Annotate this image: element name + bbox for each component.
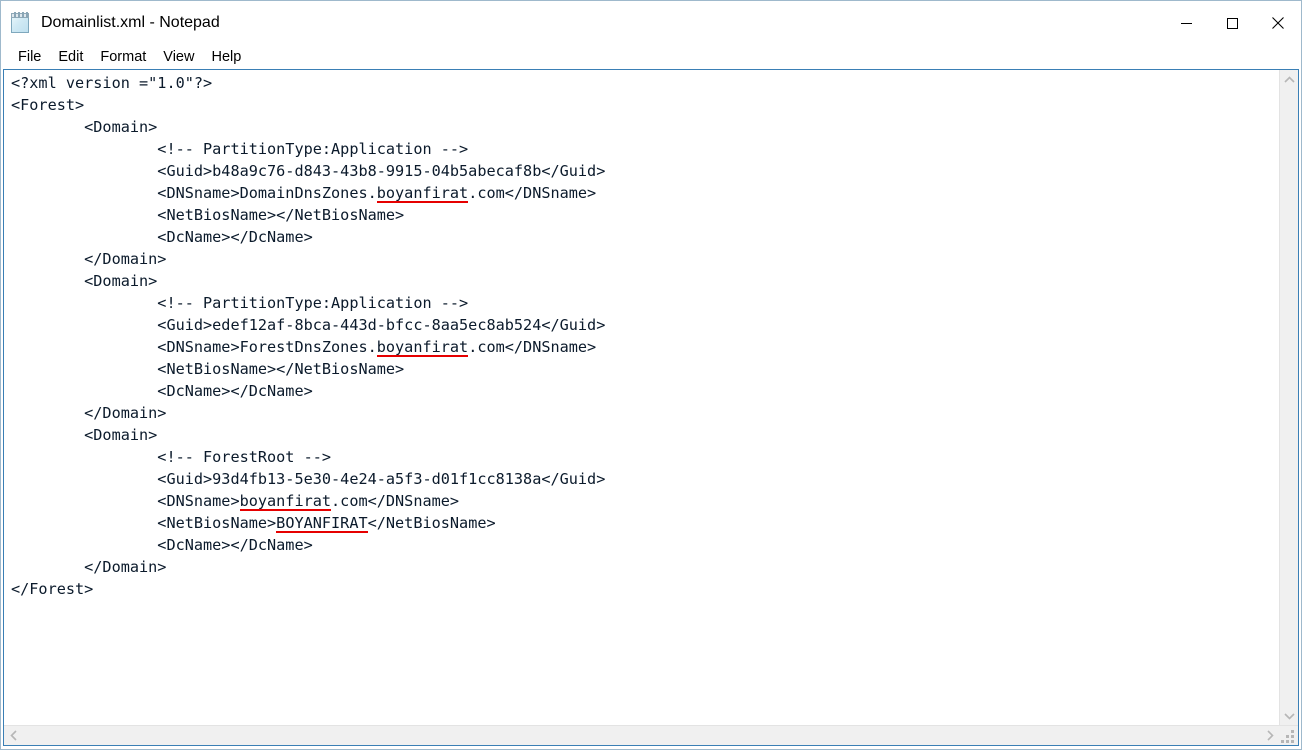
window-controls (1163, 1, 1301, 45)
horizontal-scrollbar[interactable] (4, 726, 1279, 745)
menu-item-edit[interactable]: Edit (50, 48, 92, 67)
xml-document-text[interactable]: <?xml version ="1.0"?> <Forest> <Domain> … (11, 72, 605, 600)
code-line: <?xml version ="1.0"?> (11, 74, 213, 92)
code-line: <Domain> (11, 118, 158, 136)
scroll-up-arrow[interactable] (1280, 70, 1299, 89)
notepad-window: Domainlist.xml - Notepad File Edit Forma… (0, 0, 1302, 750)
code-line: <DcName></DcName> (11, 536, 313, 554)
horizontal-scrollbar-row (4, 725, 1298, 745)
red-underlined-text: boyanfirat (376, 338, 469, 357)
code-line: <Guid>edef12af-8bca-443d-bfcc-8aa5ec8ab5… (11, 316, 606, 334)
code-line: <DNSname>ForestDnsZones.boyanfirat.com</… (11, 338, 597, 357)
code-line: <!-- PartitionType:Application --> (11, 140, 469, 158)
code-line: <Domain> (11, 272, 158, 290)
red-underlined-text: boyanfirat (239, 492, 332, 511)
code-line: <NetBiosName></NetBiosName> (11, 206, 405, 224)
vertical-scroll-track[interactable] (1280, 89, 1299, 706)
code-line: </Domain> (11, 404, 167, 422)
editor-body: <?xml version ="1.0"?> <Forest> <Domain> … (4, 70, 1298, 725)
menu-item-format[interactable]: Format (92, 48, 155, 67)
red-underlined-text: BOYANFIRAT (276, 514, 369, 533)
title-bar-left: Domainlist.xml - Notepad (1, 1, 220, 45)
menu-bar: File Edit Format View Help (1, 45, 1301, 69)
menu-item-help[interactable]: Help (203, 48, 250, 67)
code-line: <DNSname>boyanfirat.com</DNSname> (11, 492, 460, 511)
title-bar: Domainlist.xml - Notepad (1, 1, 1301, 45)
code-line: </Domain> (11, 558, 167, 576)
maximize-button[interactable] (1209, 1, 1255, 45)
menu-item-view[interactable]: View (155, 48, 203, 67)
code-line: </Domain> (11, 250, 167, 268)
code-line: <NetBiosName>BOYANFIRAT</NetBiosName> (11, 514, 496, 533)
notepad-icon (10, 12, 32, 34)
code-line: <!-- PartitionType:Application --> (11, 294, 469, 312)
red-underlined-text: boyanfirat (376, 184, 469, 203)
code-line: <NetBiosName></NetBiosName> (11, 360, 405, 378)
code-line: </Forest> (11, 580, 94, 598)
scroll-down-arrow[interactable] (1280, 706, 1299, 725)
text-editor-area[interactable]: <?xml version ="1.0"?> <Forest> <Domain> … (4, 70, 1279, 725)
window-title: Domainlist.xml - Notepad (41, 14, 220, 31)
code-line: <DcName></DcName> (11, 382, 313, 400)
minimize-button[interactable] (1163, 1, 1209, 45)
code-line: <Forest> (11, 96, 85, 114)
code-line: <Guid>93d4fb13-5e30-4e24-a5f3-d01f1cc813… (11, 470, 606, 488)
scroll-left-arrow[interactable] (4, 726, 23, 745)
resize-grip[interactable] (1279, 726, 1298, 745)
code-line: <Domain> (11, 426, 158, 444)
code-line: <DcName></DcName> (11, 228, 313, 246)
close-button[interactable] (1255, 1, 1301, 45)
code-line: <!-- ForestRoot --> (11, 448, 332, 466)
vertical-scrollbar[interactable] (1279, 70, 1298, 725)
code-line: <Guid>b48a9c76-d843-43b8-9915-04b5abecaf… (11, 162, 606, 180)
scroll-right-arrow[interactable] (1260, 726, 1279, 745)
editor-frame: <?xml version ="1.0"?> <Forest> <Domain> … (3, 69, 1299, 746)
code-line: <DNSname>DomainDnsZones.boyanfirat.com</… (11, 184, 597, 203)
menu-item-file[interactable]: File (10, 48, 50, 67)
